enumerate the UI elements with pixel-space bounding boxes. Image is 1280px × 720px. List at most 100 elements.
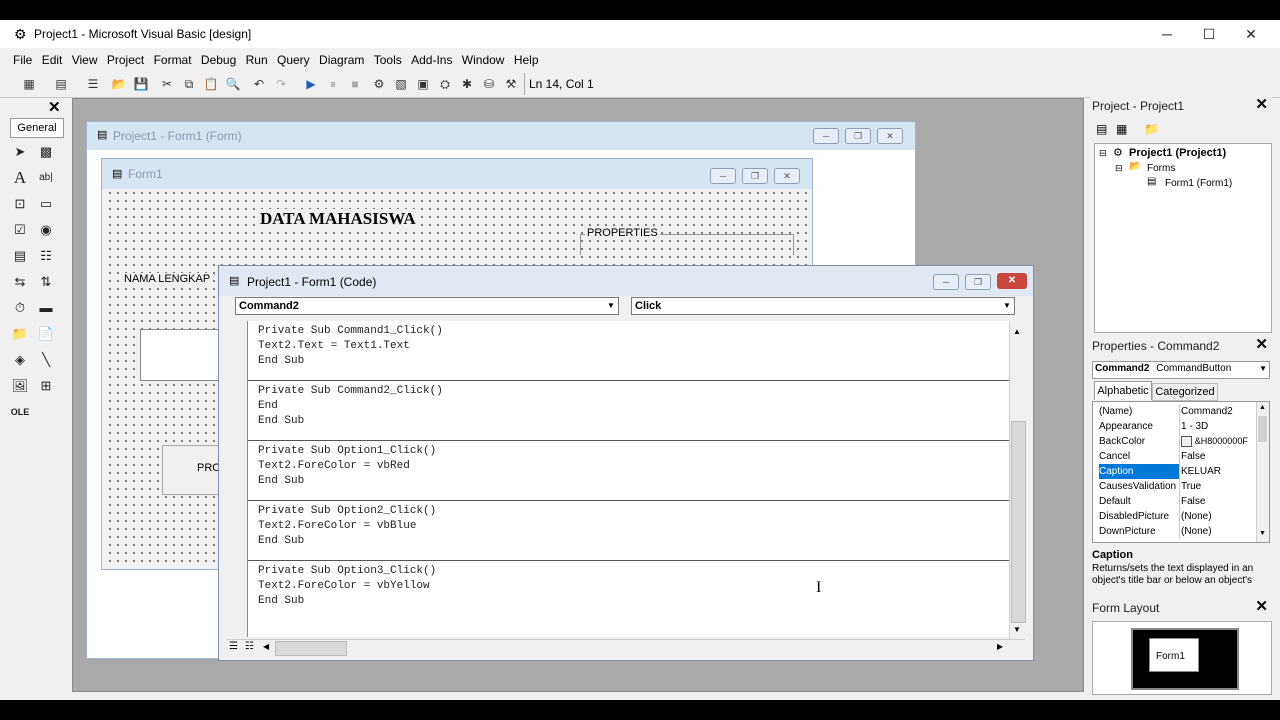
project-explorer-icon[interactable]: ⚙ [370, 75, 388, 93]
form-designer-close[interactable]: ✕ [877, 128, 903, 144]
cut-icon[interactable]: ✂ [158, 75, 176, 93]
procedure-block[interactable]: Private Sub Option1_Click() Text2.ForeCo… [248, 441, 1010, 501]
toolbox-icon[interactable]: ✱ [458, 75, 476, 93]
procedure-combo[interactable]: Click ▼ [631, 297, 1015, 315]
menu-file[interactable]: File [10, 50, 35, 70]
procedure-view-icon[interactable]: ☰ [229, 641, 238, 652]
property-row-selected[interactable]: Caption KELUAR [1093, 464, 1263, 479]
menu-query[interactable]: Query [274, 50, 313, 70]
view-object-icon[interactable]: ▦ [1116, 122, 1127, 136]
timer-tool-icon[interactable]: ⏱ [10, 298, 30, 318]
property-row[interactable]: CausesValidation True [1093, 479, 1263, 494]
textbox-1[interactable] [140, 329, 222, 381]
form1-restore[interactable]: ❐ [742, 168, 768, 184]
label-tool-icon[interactable]: A [10, 168, 30, 188]
property-row[interactable]: DownPicture (None) [1093, 524, 1263, 539]
view-code-icon[interactable]: ▤ [1096, 122, 1107, 136]
code-editor[interactable]: Private Sub Command1_Click() Text2.Text … [247, 321, 1010, 637]
heading-label[interactable]: DATA MAHASISWA [258, 209, 418, 229]
scroll-thumb[interactable] [1258, 416, 1267, 442]
scroll-up-icon[interactable]: ▲ [1013, 327, 1021, 336]
chevron-down-icon[interactable]: ▼ [1259, 362, 1267, 376]
frame-tool-icon[interactable]: ⊡ [10, 194, 30, 214]
toggle-folders-icon[interactable]: 📁 [1144, 122, 1159, 136]
form-designer-restore[interactable]: ❐ [845, 128, 871, 144]
menu-debug[interactable]: Debug [198, 50, 239, 70]
horizontal-scrollbar[interactable]: ☰ ☷ ◀ ▶ [227, 639, 1025, 656]
maximize-button[interactable]: ☐ [1188, 20, 1230, 48]
form-layout-icon[interactable]: ▣ [414, 75, 432, 93]
filelistbox-tool-icon[interactable]: 📄 [36, 324, 56, 344]
scroll-left-icon[interactable]: ◀ [263, 642, 269, 651]
form1-preview[interactable]: Form1 [1149, 638, 1199, 672]
object-combo[interactable]: Command2 ▼ [235, 297, 619, 315]
chevron-down-icon[interactable]: ▼ [604, 298, 618, 314]
object-selector[interactable]: Command2 CommandButton ▼ [1092, 361, 1270, 379]
menu-edit[interactable]: Edit [39, 50, 66, 70]
combobox-tool-icon[interactable]: ▤ [10, 246, 30, 266]
data-view-icon[interactable]: ⛁ [480, 75, 498, 93]
menu-tools[interactable]: Tools [371, 50, 405, 70]
shape-tool-icon[interactable]: ◈ [10, 350, 30, 370]
code-window-minimize[interactable]: ─ [933, 274, 959, 290]
menu-editor-icon[interactable]: ☰ [84, 75, 102, 93]
picturebox-tool-icon[interactable]: ▩ [36, 142, 56, 162]
menu-view[interactable]: View [69, 50, 101, 70]
toolbox-tab-general[interactable]: General [10, 118, 64, 138]
property-scrollbar[interactable]: ▲ ▼ [1256, 402, 1269, 542]
properties-window-icon[interactable]: ▧ [392, 75, 410, 93]
menu-run[interactable]: Run [243, 50, 271, 70]
image-tool-icon[interactable]: 🖼 [10, 376, 30, 396]
break-icon[interactable]: ⏸ [324, 75, 342, 93]
scroll-down-icon[interactable]: ▼ [1259, 530, 1266, 537]
hscroll-thumb[interactable] [275, 641, 347, 656]
menu-format[interactable]: Format [151, 50, 195, 70]
line-tool-icon[interactable]: ╲ [36, 350, 56, 370]
minimize-button[interactable]: ─ [1146, 20, 1188, 48]
save-icon[interactable]: 💾 [132, 75, 150, 93]
property-row[interactable]: Appearance 1 - 3D [1093, 419, 1263, 434]
drivelistbox-tool-icon[interactable]: ▬ [36, 298, 56, 318]
scroll-thumb[interactable] [1011, 421, 1026, 623]
listbox-tool-icon[interactable]: ☷ [36, 246, 56, 266]
project-explorer-close-icon[interactable]: ✕ [1255, 97, 1268, 113]
project-root-label[interactable]: Project1 (Project1) [1129, 147, 1226, 159]
ole-tool-icon[interactable]: OLE [10, 402, 30, 422]
scroll-right-icon[interactable]: ▶ [997, 642, 1003, 651]
tree-collapse-icon[interactable]: ⊟ [1099, 148, 1107, 159]
close-button[interactable]: ✕ [1230, 20, 1272, 48]
menu-project[interactable]: Project [104, 50, 147, 70]
tab-alphabetic[interactable]: Alphabetic [1094, 381, 1152, 400]
end-icon[interactable]: ■ [346, 75, 364, 93]
form1-tree-item[interactable]: Form1 (Form1) [1165, 178, 1232, 189]
form-layout-close-icon[interactable]: ✕ [1255, 599, 1268, 615]
undo-icon[interactable]: ↶ [250, 75, 268, 93]
property-row[interactable]: Default False [1093, 494, 1263, 509]
form1-close[interactable]: ✕ [774, 168, 800, 184]
object-browser-icon[interactable]: ⛭ [436, 75, 454, 93]
add-project-icon[interactable]: ▦ [20, 75, 38, 93]
form1-minimize[interactable]: ─ [710, 168, 736, 184]
procedure-block[interactable]: Private Sub Option2_Click() Text2.ForeCo… [248, 501, 1010, 561]
data-tool-icon[interactable]: ⊞ [36, 376, 56, 396]
vscrollbar-tool-icon[interactable]: ⇅ [36, 272, 56, 292]
tab-categorized[interactable]: Categorized [1152, 383, 1218, 401]
menu-diagram[interactable]: Diagram [316, 50, 367, 70]
properties-close-icon[interactable]: ✕ [1255, 337, 1268, 353]
menu-help[interactable]: Help [511, 50, 542, 70]
paste-icon[interactable]: 📋 [202, 75, 220, 93]
code-window-restore[interactable]: ❐ [965, 274, 991, 290]
optionbutton-tool-icon[interactable]: ◉ [36, 220, 56, 240]
forms-folder-label[interactable]: Forms [1147, 163, 1175, 174]
procedure-block[interactable]: Private Sub Option3_Click() Text2.ForeCo… [248, 561, 1010, 621]
property-row[interactable]: Cancel False [1093, 449, 1263, 464]
command-button-partial[interactable]: PRO [162, 445, 224, 495]
nama-lengkap-label[interactable]: NAMA LENGKAP [124, 273, 211, 285]
pointer-tool-icon[interactable]: ➤ [10, 142, 30, 162]
property-row[interactable]: BackColor &H8000000F [1093, 434, 1263, 449]
chevron-down-icon[interactable]: ▼ [1000, 298, 1014, 314]
hscrollbar-tool-icon[interactable]: ⇆ [10, 272, 30, 292]
menu-add-ins[interactable]: Add-Ins [408, 50, 455, 70]
textbox-tool-icon[interactable]: ab| [36, 168, 56, 188]
copy-icon[interactable]: ⧉ [180, 75, 198, 93]
